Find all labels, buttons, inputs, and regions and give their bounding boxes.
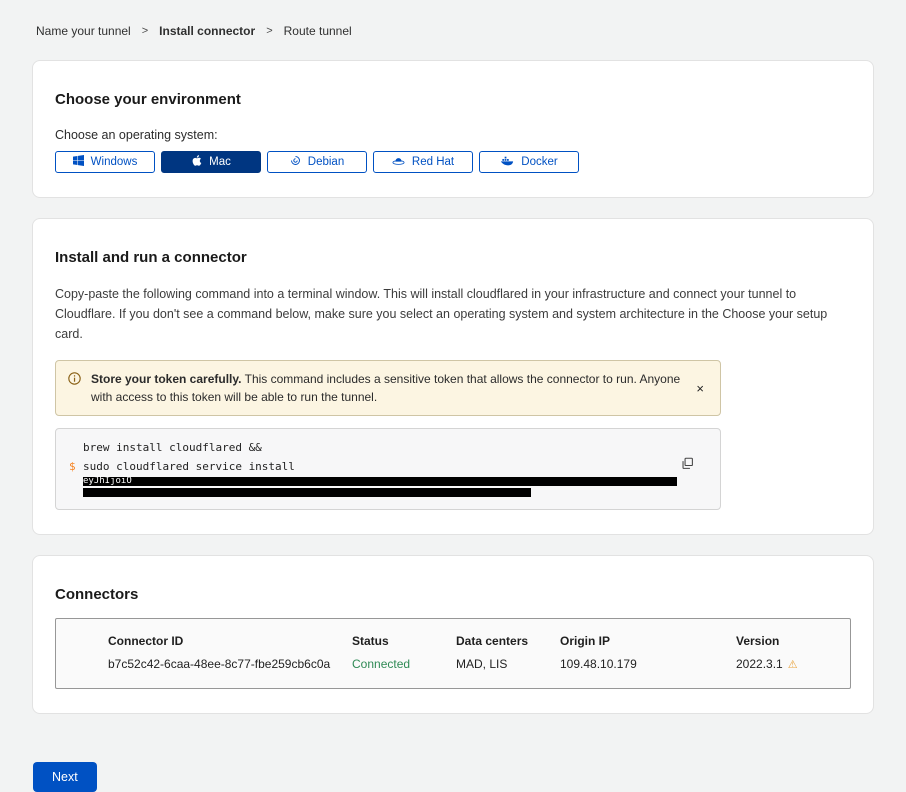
os-button-redhat[interactable]: Red Hat [373, 151, 473, 173]
os-button-debian[interactable]: Debian [267, 151, 367, 173]
breadcrumb-step-route-tunnel[interactable]: Route tunnel [284, 24, 352, 38]
redhat-icon [392, 156, 405, 169]
connectors-table: Connector ID Status Data centers Origin … [55, 618, 851, 689]
connector-id-cell: b7c52c42-6caa-48ee-8c77-fbe259cb6c0a [108, 657, 352, 671]
os-button-label: Debian [308, 156, 344, 168]
os-button-label: Red Hat [412, 156, 454, 168]
os-button-label: Docker [521, 156, 557, 168]
breadcrumb: Name your tunnel > Install connector > R… [36, 24, 874, 38]
column-header-data-centers: Data centers [456, 634, 560, 648]
column-header-connector-id: Connector ID [108, 634, 352, 648]
os-button-windows[interactable]: Windows [55, 151, 155, 173]
close-icon[interactable]: × [692, 380, 708, 397]
column-header-origin-ip: Origin IP [560, 634, 736, 648]
os-button-label: Mac [209, 156, 231, 168]
code-line-2-text: sudo cloudflared service install [83, 457, 295, 476]
breadcrumb-step-name-tunnel[interactable]: Name your tunnel [36, 24, 131, 38]
origin-ip-cell: 109.48.10.179 [560, 657, 736, 671]
code-line-1: brew install cloudflared && [69, 438, 676, 457]
token-warning-text: Store your token carefully. This command… [91, 370, 682, 406]
apple-icon [191, 154, 202, 170]
breadcrumb-separator: > [142, 25, 148, 37]
token-warning-banner: Store your token carefully. This command… [55, 360, 721, 416]
environment-card: Choose your environment Choose an operat… [32, 60, 874, 198]
column-header-version: Version [736, 634, 850, 648]
os-button-docker[interactable]: Docker [479, 151, 579, 173]
breadcrumb-step-install-connector[interactable]: Install connector [159, 24, 255, 38]
shell-prompt: $ [69, 457, 83, 476]
os-select-label: Choose an operating system: [55, 128, 851, 142]
data-centers-cell: MAD, LIS [456, 657, 560, 671]
redacted-token-bar-1: eyJhIjoiO [83, 477, 677, 486]
version-cell: 2022.3.1 ⚠ [736, 657, 850, 671]
copy-icon[interactable] [679, 455, 696, 475]
info-icon [68, 372, 81, 390]
version-warning-icon: ⚠ [788, 659, 798, 671]
windows-icon [73, 155, 84, 169]
code-line-2: $ sudo cloudflared service install [69, 457, 676, 476]
install-description: Copy-paste the following command into a … [55, 284, 851, 344]
install-card-title: Install and run a connector [55, 249, 851, 266]
connectors-card: Connectors Connector ID Status Data cent… [32, 555, 874, 714]
os-button-group: Windows Mac Debian Red Hat Docker [55, 151, 851, 173]
connectors-card-title: Connectors [55, 586, 851, 603]
status-badge: Connected [352, 657, 456, 671]
docker-icon [500, 155, 514, 169]
install-card: Install and run a connector Copy-paste t… [32, 218, 874, 535]
column-header-status: Status [352, 634, 456, 648]
debian-icon [290, 155, 301, 169]
token-warning-title: Store your token carefully. [91, 372, 242, 386]
version-value: 2022.3.1 [736, 657, 783, 671]
token-prefix: eyJhIjoiO [83, 477, 132, 486]
code-line-1-text: brew install cloudflared && [83, 438, 262, 457]
install-command-block: brew install cloudflared && $ sudo cloud… [55, 428, 721, 510]
os-button-mac[interactable]: Mac [161, 151, 261, 173]
breadcrumb-separator: > [266, 25, 272, 37]
page: Name your tunnel > Install connector > R… [0, 0, 906, 792]
redacted-token-bar-2 [83, 488, 531, 497]
environment-card-title: Choose your environment [55, 91, 851, 108]
os-button-label: Windows [91, 156, 138, 168]
next-button[interactable]: Next [33, 762, 97, 792]
